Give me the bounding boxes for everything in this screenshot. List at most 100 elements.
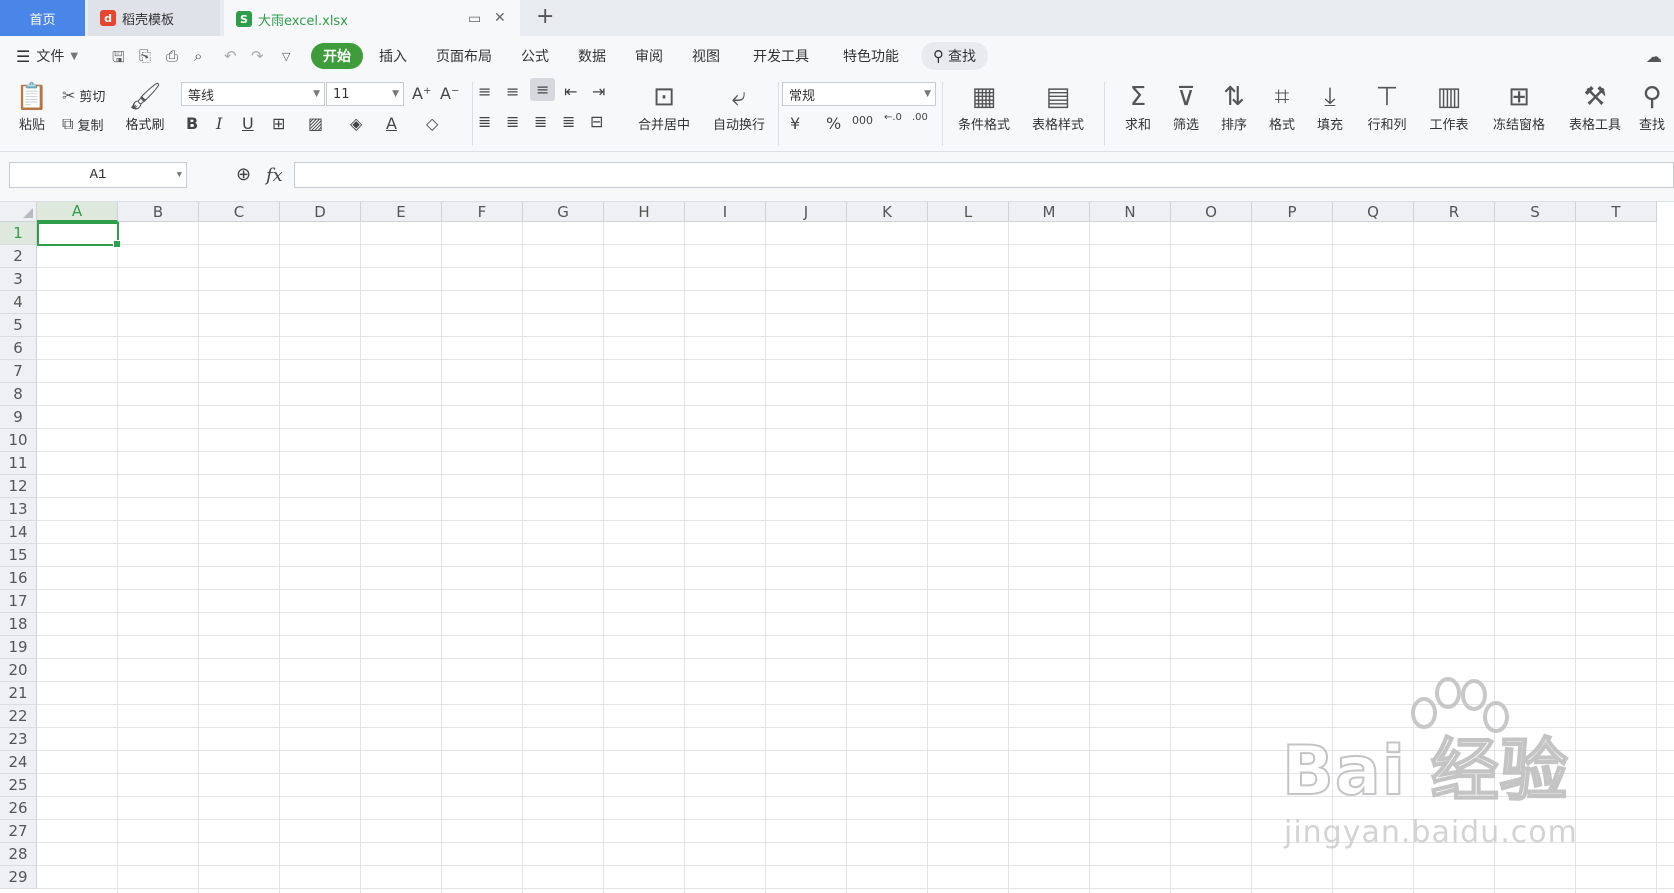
column-header-j[interactable]: J	[766, 202, 847, 222]
align-top-icon[interactable]: ≡	[478, 82, 491, 101]
number-format-select[interactable]: 常规 ▼	[782, 82, 936, 106]
tab-docer-templates[interactable]: d 稻壳模板	[88, 0, 220, 36]
row-header-25[interactable]: 25	[0, 774, 37, 797]
filter-button[interactable]: ⊽ 筛选	[1164, 80, 1208, 133]
column-header-g[interactable]: G	[523, 202, 604, 222]
clear-format-icon[interactable]: ◇	[426, 114, 438, 133]
select-all-corner[interactable]	[0, 202, 37, 222]
row-header-16[interactable]: 16	[0, 567, 37, 590]
distributed-align-icon[interactable]: ⊟	[590, 112, 603, 131]
decrease-decimal-icon[interactable]: .00	[912, 112, 928, 123]
column-header-p[interactable]: P	[1252, 202, 1333, 222]
row-header-4[interactable]: 4	[0, 291, 37, 314]
conditional-format-button[interactable]: ▦ 条件格式	[950, 80, 1018, 133]
row-header-26[interactable]: 26	[0, 797, 37, 820]
fill-color-icon[interactable]: ◈	[350, 114, 362, 133]
close-tab-icon[interactable]: ✕	[494, 10, 506, 26]
file-menu[interactable]: ☰ 文件 ▼	[16, 36, 78, 76]
tab-page-layout[interactable]: 页面布局	[436, 36, 492, 76]
row-header-14[interactable]: 14	[0, 521, 37, 544]
row-header-28[interactable]: 28	[0, 843, 37, 866]
row-header-17[interactable]: 17	[0, 590, 37, 613]
paste-button[interactable]: 📋 粘贴	[12, 80, 52, 133]
sum-button[interactable]: Σ 求和	[1116, 80, 1160, 133]
underline-icon[interactable]: U	[242, 114, 254, 133]
cell-style-icon[interactable]: ▨	[308, 114, 323, 133]
row-header-7[interactable]: 7	[0, 360, 37, 383]
name-box[interactable]: A1 ▼	[9, 162, 187, 188]
tab-special-features[interactable]: 特色功能	[843, 36, 899, 76]
row-header-23[interactable]: 23	[0, 728, 37, 751]
merge-center-button[interactable]: ⊡ 合并居中	[630, 80, 698, 133]
row-header-15[interactable]: 15	[0, 544, 37, 567]
format-painter-button[interactable]: 🖌 格式刷	[120, 80, 170, 133]
bold-icon[interactable]: B	[186, 114, 198, 133]
tab-formulas[interactable]: 公式	[521, 36, 549, 76]
row-header-5[interactable]: 5	[0, 314, 37, 337]
column-header-c[interactable]: C	[199, 202, 280, 222]
fill-button[interactable]: ⤓ 填充	[1308, 80, 1352, 133]
align-bottom-icon[interactable]: ≡	[530, 78, 556, 101]
row-header-19[interactable]: 19	[0, 636, 37, 659]
tab-workbook[interactable]: S 大雨excel.xlsx ▭ ✕	[224, 0, 520, 36]
search-button[interactable]: ⚲ 查找	[921, 42, 988, 70]
column-header-t[interactable]: T	[1576, 202, 1657, 222]
column-header-q[interactable]: Q	[1333, 202, 1414, 222]
column-header-f[interactable]: F	[442, 202, 523, 222]
column-header-i[interactable]: I	[685, 202, 766, 222]
row-header-24[interactable]: 24	[0, 751, 37, 774]
decrease-font-icon[interactable]: A⁻	[440, 84, 459, 103]
font-name-select[interactable]: 等线 ▼	[181, 82, 325, 106]
tab-data[interactable]: 数据	[578, 36, 606, 76]
cloud-icon[interactable]: ☁	[1646, 47, 1662, 66]
print-preview-icon[interactable]: ⌕	[194, 47, 202, 65]
tab-review[interactable]: 审阅	[635, 36, 663, 76]
tab-developer[interactable]: 开发工具	[753, 36, 809, 76]
increase-indent-icon[interactable]: ⇥	[592, 82, 605, 101]
align-left-icon[interactable]: ≣	[478, 112, 491, 131]
column-header-k[interactable]: K	[847, 202, 928, 222]
print-icon[interactable]: ⎙	[166, 47, 178, 65]
row-header-2[interactable]: 2	[0, 245, 37, 268]
font-size-select[interactable]: 11 ▼	[326, 82, 404, 106]
table-tools-button[interactable]: ⚒ 表格工具	[1562, 80, 1628, 133]
freeze-panes-button[interactable]: ⊞ 冻结窗格	[1486, 80, 1552, 133]
column-header-m[interactable]: M	[1009, 202, 1090, 222]
align-middle-icon[interactable]: ≡	[506, 82, 519, 101]
justify-icon[interactable]: ≣	[562, 112, 575, 131]
align-right-icon[interactable]: ≣	[534, 112, 547, 131]
table-style-button[interactable]: ▤ 表格样式	[1024, 80, 1092, 133]
row-header-18[interactable]: 18	[0, 613, 37, 636]
export-pdf-icon[interactable]: ⎘	[139, 47, 151, 65]
tab-home[interactable]: 首页	[0, 0, 85, 36]
align-center-icon[interactable]: ≣	[506, 112, 519, 131]
row-header-9[interactable]: 9	[0, 406, 37, 429]
column-header-e[interactable]: E	[361, 202, 442, 222]
row-header-21[interactable]: 21	[0, 682, 37, 705]
increase-decimal-icon[interactable]: ←.0	[884, 112, 902, 123]
column-header-l[interactable]: L	[928, 202, 1009, 222]
column-header-s[interactable]: S	[1495, 202, 1576, 222]
redo-icon[interactable]: ↷	[251, 47, 264, 65]
save-icon[interactable]: 🖫	[112, 47, 125, 72]
new-tab-button[interactable]: +	[536, 4, 554, 29]
row-header-3[interactable]: 3	[0, 268, 37, 291]
tab-view[interactable]: 视图	[692, 36, 720, 76]
row-header-8[interactable]: 8	[0, 383, 37, 406]
row-header-22[interactable]: 22	[0, 705, 37, 728]
column-header-d[interactable]: D	[280, 202, 361, 222]
italic-icon[interactable]: I	[216, 114, 222, 133]
percent-icon[interactable]: %	[826, 114, 841, 133]
font-color-icon[interactable]: A	[386, 114, 397, 133]
tab-insert[interactable]: 插入	[379, 36, 407, 76]
row-col-button[interactable]: ⊤ 行和列	[1360, 80, 1414, 133]
format-button[interactable]: ⌗ 格式	[1260, 80, 1304, 133]
thousands-separator-icon[interactable]: 000	[852, 114, 873, 127]
customize-toolbar-icon[interactable]: ▽	[282, 50, 290, 63]
wrap-text-button[interactable]: ⤶ 自动换行	[706, 80, 772, 133]
formula-input[interactable]	[294, 162, 1674, 188]
currency-icon[interactable]: ¥	[790, 114, 800, 133]
row-header-27[interactable]: 27	[0, 820, 37, 843]
tab-home-ribbon[interactable]: 开始	[311, 43, 363, 69]
column-header-b[interactable]: B	[118, 202, 199, 222]
